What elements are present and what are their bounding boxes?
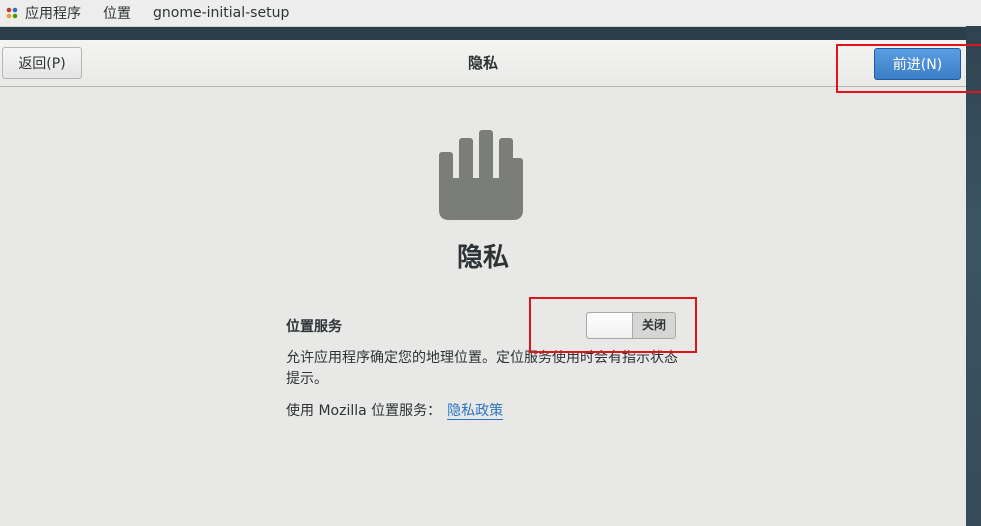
apps-icon[interactable] <box>5 6 19 20</box>
top-bar: 应用程序 位置 gnome-initial-setup <box>0 0 981 27</box>
desktop-background <box>966 26 981 526</box>
header-bar: 隐私 返回(P) 前进(N) <box>0 40 966 87</box>
switch-knob[interactable] <box>587 313 633 338</box>
usage-line: 使用 Mozilla 位置服务： 隐私政策 <box>286 400 504 420</box>
applications-menu[interactable]: 应用程序 <box>25 3 81 23</box>
location-services-switch[interactable]: 关闭 <box>586 312 676 339</box>
header-title: 隐私 <box>467 54 498 72</box>
setup-window: 隐私 返回(P) 前进(N) 隐私 位置服务 关闭 允许应用程序确定您的地理位置… <box>0 40 966 526</box>
usage-prefix: 使用 Mozilla 位置服务： <box>286 403 442 419</box>
switch-state-label: 关闭 <box>641 318 666 332</box>
app-menu[interactable]: gnome-initial-setup <box>153 5 289 21</box>
location-description: 允许应用程序确定您的地理位置。定位服务使用时会有指示状态提示。 <box>286 350 678 387</box>
next-button[interactable]: 前进(N) <box>874 48 961 80</box>
back-button[interactable]: 返回(P) <box>2 47 82 79</box>
page-heading: 隐私 <box>456 243 509 273</box>
hand-icon <box>437 128 525 222</box>
privacy-policy-link[interactable]: 隐私政策 <box>447 403 504 420</box>
places-menu[interactable]: 位置 <box>103 3 131 23</box>
location-services-label: 位置服务 <box>286 319 342 335</box>
